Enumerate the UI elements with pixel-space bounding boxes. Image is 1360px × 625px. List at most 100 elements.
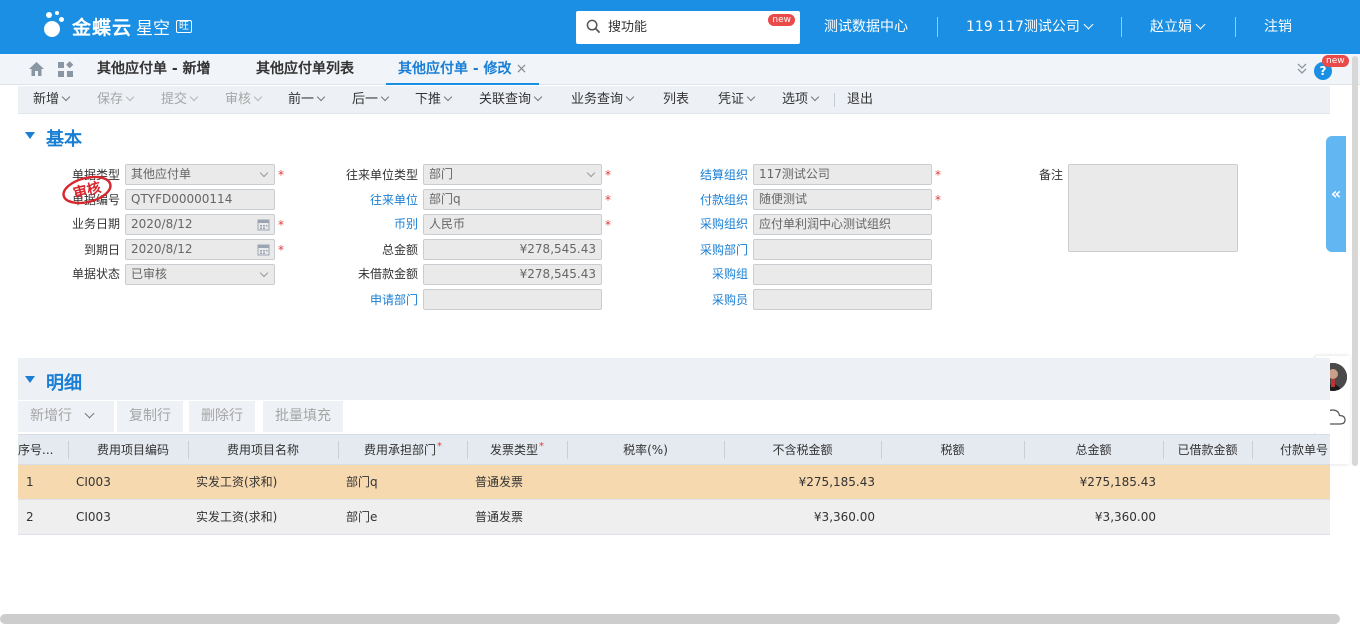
tab-list[interactable]: 其他应付单列表 (256, 54, 354, 85)
status-select[interactable]: 已审核 (125, 264, 275, 285)
apply-dept-label[interactable]: 申请部门 (318, 290, 418, 310)
toolbar-next[interactable]: 后一 (352, 86, 390, 114)
purchase-group-label[interactable]: 采购组 (648, 264, 748, 284)
chevron-down-icon (533, 92, 543, 102)
contact-unit-label[interactable]: 往来单位 (318, 190, 418, 210)
toolbar-options-label: 选项 (782, 92, 809, 107)
apply-dept-field[interactable] (423, 289, 602, 310)
toolbar-push-down[interactable]: 下推 (415, 86, 453, 114)
settle-org-field[interactable]: 117测试公司 (753, 164, 932, 185)
toolbar-new[interactable]: 新增 (33, 86, 71, 114)
col-dept[interactable]: 费用承担部门* (338, 435, 468, 465)
vertical-scrollbar[interactable] (1352, 56, 1358, 466)
col-invoice[interactable]: 发票类型* (467, 435, 567, 465)
toolbar-push-down-label: 下推 (415, 92, 442, 107)
col-name[interactable]: 费用项目名称 (188, 435, 338, 465)
add-row-button[interactable]: 新增行 (18, 401, 114, 432)
cell-seq: 1 (26, 475, 34, 489)
remark-textarea[interactable] (1068, 164, 1238, 252)
collapse-triangle-icon[interactable] (25, 376, 35, 383)
home-icon[interactable] (28, 61, 45, 77)
toolbar-voucher[interactable]: 凭证 (718, 86, 756, 114)
toolbar-prev-label: 前一 (288, 92, 315, 107)
toolbar-new-label: 新增 (33, 92, 60, 107)
table-row[interactable]: 2 CI003 实发工资(求和) 部门e 普通发票 ¥3,360.00 ¥3,3… (18, 500, 1330, 535)
col-seq[interactable]: 序号... (18, 435, 68, 465)
tab-new[interactable]: 其他应付单 - 新增 (97, 54, 211, 85)
chevron-down-icon (189, 92, 199, 102)
cell-amount-ex: ¥275,185.43 (798, 475, 875, 489)
toolbar-submit[interactable]: 提交 (161, 86, 199, 114)
due-date-field[interactable]: 2020/8/12 (125, 239, 275, 260)
bill-type-value: 其他应付单 (131, 167, 192, 181)
purchaser-field[interactable] (753, 289, 932, 310)
total-field[interactable]: ¥278,545.43 (423, 239, 602, 260)
purchase-org-label[interactable]: 采购组织 (648, 214, 748, 234)
required-marker: * (437, 441, 442, 452)
table-row[interactable]: 1 CI003 实发工资(求和) 部门q 普通发票 ¥275,185.43 ¥2… (18, 465, 1330, 500)
purchase-dept-label[interactable]: 采购部门 (648, 240, 748, 260)
purchase-group-field[interactable] (753, 264, 932, 285)
contact-type-value: 部门 (429, 167, 454, 181)
col-borrowed[interactable]: 已借款金额 (1163, 435, 1252, 465)
function-search[interactable]: new (576, 11, 800, 44)
toolbar-options[interactable]: 选项 (782, 86, 820, 114)
currency-label[interactable]: 币别 (318, 214, 418, 234)
biz-date-field[interactable]: 2020/8/12 (125, 214, 275, 235)
copy-row-button[interactable]: 复制行 (117, 401, 183, 432)
toolbar-exit[interactable]: 退出 (847, 86, 873, 114)
batch-fill-button[interactable]: 批量填充 (263, 401, 343, 432)
close-icon[interactable]: × (516, 61, 528, 77)
logo[interactable]: 金蝶云 星空 旺 (42, 8, 193, 44)
bill-type-select[interactable]: 其他应付单 (125, 164, 275, 185)
col-pay-no[interactable]: 付款单号 (1252, 435, 1330, 465)
bill-no-field[interactable]: QTYFD00000114 (125, 189, 275, 210)
contact-type-select[interactable]: 部门 (423, 164, 602, 185)
double-chevron-down-icon[interactable] (1296, 63, 1308, 75)
col-dept-label: 费用承担部门 (363, 443, 436, 457)
col-amount-ex[interactable]: 不含税金额 (724, 435, 881, 465)
toolbar-prev[interactable]: 前一 (288, 86, 326, 114)
currency-field[interactable]: 人民币 (423, 214, 602, 235)
col-tax[interactable]: 税额 (881, 435, 1024, 465)
contact-unit-field[interactable]: 部门q (423, 189, 602, 210)
pay-org-field[interactable]: 随便测试 (753, 189, 932, 210)
pay-org-label[interactable]: 付款组织 (648, 190, 748, 210)
data-center-link[interactable]: 测试数据中心 (824, 0, 908, 54)
purchase-org-field[interactable]: 应付单利润中心测试组织 (753, 214, 932, 235)
unborrowed-field[interactable]: ¥278,545.43 (423, 264, 602, 285)
horizontal-scrollbar[interactable] (0, 614, 1340, 624)
grid-header: 序号... 费用项目编码 费用项目名称 费用承担部门* 发票类型* 税率(%) … (18, 434, 1330, 465)
collapse-triangle-icon[interactable] (25, 132, 35, 139)
toolbar-related-query-label: 关联查询 (479, 92, 532, 107)
col-total[interactable]: 总金额 (1024, 435, 1163, 465)
chevron-down-icon (259, 268, 269, 278)
purchaser-label[interactable]: 采购员 (648, 290, 748, 310)
toolbar-list[interactable]: 列表 (663, 86, 689, 114)
apps-icon[interactable] (57, 61, 74, 78)
company-selector[interactable]: 119 117测试公司 (966, 0, 1094, 54)
toolbar-save[interactable]: 保存 (97, 86, 135, 114)
chevron-down-icon (586, 168, 596, 178)
tab-edit[interactable]: 其他应付单 - 修改 × (386, 54, 540, 85)
due-date-label: 到期日 (83, 243, 120, 257)
toolbar-related-query[interactable]: 关联查询 (479, 86, 543, 114)
chevron-down-icon (443, 92, 453, 102)
search-input[interactable] (608, 17, 758, 37)
user-menu[interactable]: 赵立娟 (1150, 0, 1206, 54)
logout-link[interactable]: 注销 (1264, 0, 1292, 54)
purchase-dept-field[interactable] (753, 239, 932, 260)
cell-borrowed (1163, 500, 1247, 535)
chevron-down-icon (316, 92, 326, 102)
settle-org-label[interactable]: 结算组织 (648, 165, 748, 185)
delete-row-button[interactable]: 删除行 (189, 401, 255, 432)
calendar-icon[interactable] (257, 243, 270, 256)
toolbar-audit[interactable]: 审核 (225, 86, 263, 114)
total-label: 总金额 (381, 243, 418, 257)
toolbar-business-query[interactable]: 业务查询 (571, 86, 635, 114)
cell-code: CI003 (76, 475, 111, 489)
calendar-icon[interactable] (257, 218, 270, 231)
col-tax-rate[interactable]: 税率(%) (567, 435, 724, 465)
col-code[interactable]: 费用项目编码 (68, 435, 198, 465)
side-panel-toggle[interactable]: « (1326, 136, 1346, 252)
